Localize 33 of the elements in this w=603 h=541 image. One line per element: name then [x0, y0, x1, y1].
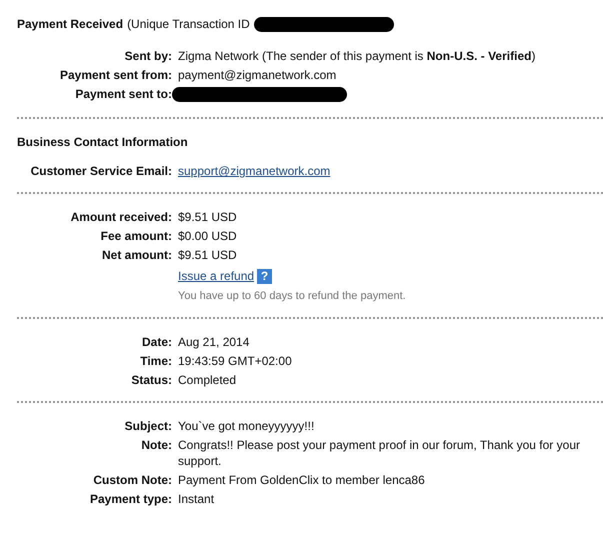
- field-value: Zigma Network (The sender of this payment is Non-U.S. - Verified): [178, 49, 536, 63]
- refund-note: You have up to 60 days to refund the payment.: [178, 289, 407, 304]
- field-label: Date:: [140, 334, 172, 350]
- section-heading: Business Contact Information: [16, 134, 189, 152]
- field-value: Payment From GoldenClix to member lenca86: [178, 473, 425, 488]
- page-title: Payment Received: [17, 16, 124, 33]
- field-label: Sent by:: [124, 48, 172, 64]
- field-label: Net amount:: [101, 247, 172, 264]
- field-value: payment@zigmanetwork.com: [178, 68, 336, 82]
- field-value: Congrats!! Please post your payment proof in our forum, Thank you for your support.: [178, 438, 580, 468]
- field-value: Completed: [178, 373, 236, 388]
- field-value: 19:43:59 GMT+02:00: [178, 354, 292, 368]
- help-icon[interactable]: ?: [257, 268, 272, 284]
- field-value: $9.51 USD: [178, 210, 237, 224]
- field-label: Time:: [139, 353, 172, 370]
- field-value: $0.00 USD: [178, 229, 237, 244]
- field-value: $9.51 USD: [178, 248, 237, 262]
- field-label: Payment sent from:: [58, 67, 172, 83]
- field-label: Payment sent to:: [74, 86, 172, 102]
- field-label: Customer Service Email:: [30, 163, 172, 180]
- email-link[interactable]: support@zigmanetwork.com: [178, 164, 330, 178]
- field-label: Custom Note:: [92, 472, 172, 488]
- field-value: You`ve got moneyyyyyy!!!: [178, 419, 314, 434]
- transaction-id-label: (Unique Transaction ID: [127, 16, 250, 33]
- field-label: Amount received:: [70, 209, 172, 226]
- field-label: Subject:: [124, 418, 172, 434]
- field-label: Payment type:: [88, 491, 172, 508]
- refund-link[interactable]: Issue a refund: [178, 268, 254, 284]
- field-value: Aug 21, 2014: [178, 335, 250, 350]
- field-value: Instant: [178, 492, 214, 506]
- field-label: Note:: [140, 437, 172, 454]
- field-label: Fee amount:: [100, 228, 172, 244]
- field-label: Status:: [130, 372, 172, 388]
